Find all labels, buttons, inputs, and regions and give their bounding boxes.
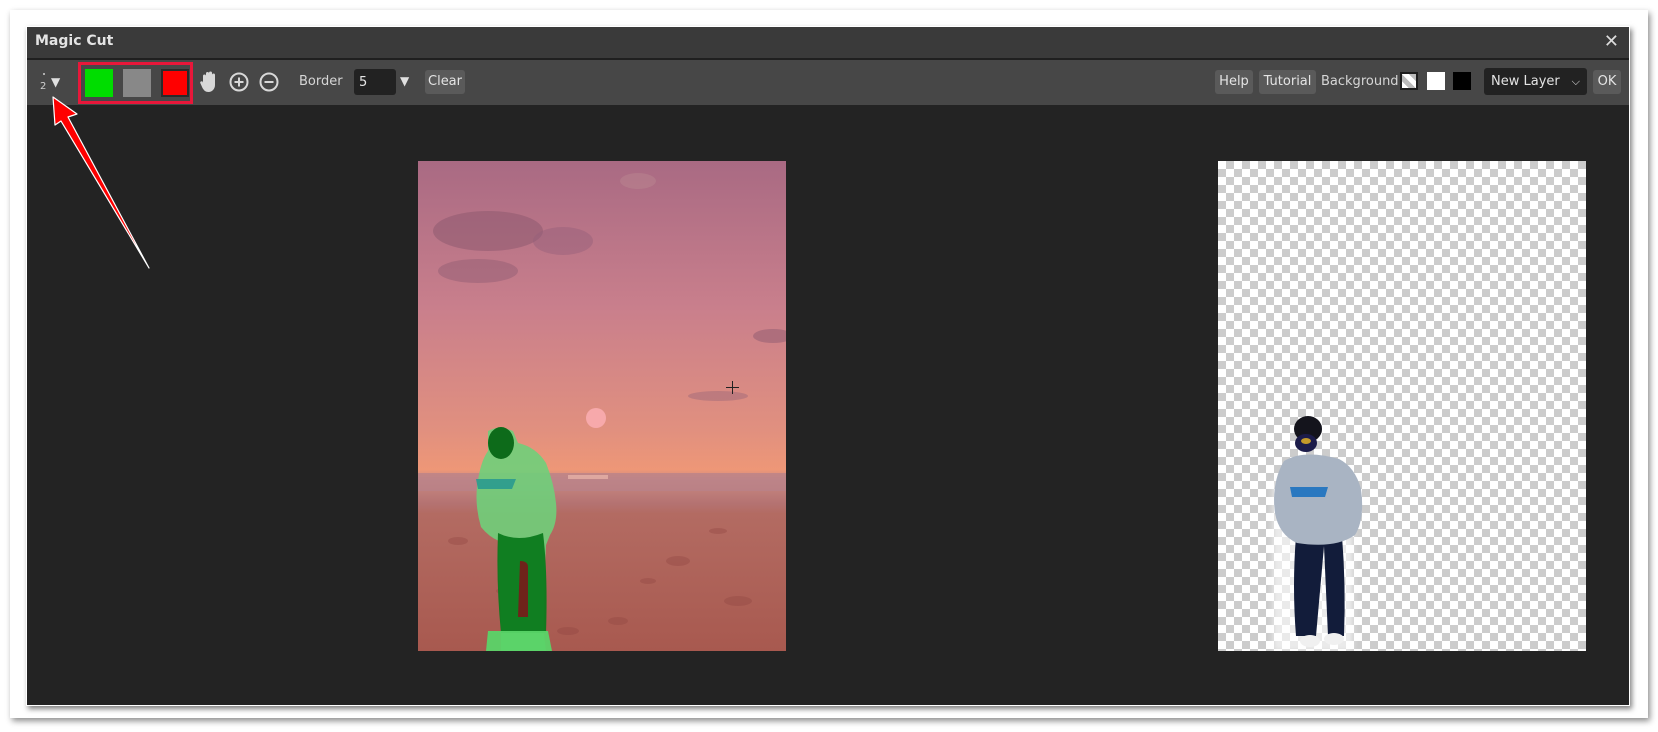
ok-button[interactable]: OK [1593, 70, 1621, 94]
crosshair-cursor-icon [726, 381, 739, 394]
brush-size-dropdown[interactable]: ▼ [51, 75, 60, 89]
chevron-down-icon: ⌵ [1571, 75, 1580, 88]
background-label: Background: [1321, 74, 1403, 89]
background-white-option[interactable] [1427, 72, 1445, 90]
brush-remove-red[interactable] [161, 69, 189, 97]
border-label: Border [299, 74, 343, 89]
brush-size-value: 2 [40, 81, 47, 92]
source-image-with-mask[interactable] [418, 161, 786, 651]
border-input[interactable] [354, 69, 396, 95]
help-button[interactable]: Help [1215, 70, 1253, 94]
brush-keep-green[interactable] [85, 69, 113, 97]
background-black-option[interactable] [1453, 72, 1471, 90]
background-transparent-option[interactable] [1400, 72, 1418, 90]
hand-pan-icon[interactable] [199, 70, 221, 94]
output-layer-value: New Layer [1491, 74, 1560, 89]
clear-button[interactable]: Clear [425, 70, 465, 94]
toolbar: 2 ▼ Border ▼ Clear Help T [27, 60, 1629, 105]
brush-dot-icon [43, 73, 45, 75]
zoom-in-icon[interactable] [228, 70, 250, 94]
canvas-area [27, 105, 1629, 705]
brush-unknown-gray[interactable] [123, 69, 151, 97]
border-dropdown[interactable]: ▼ [400, 74, 409, 88]
cutout-preview [1218, 161, 1586, 651]
output-layer-select[interactable]: New Layer ⌵ [1484, 68, 1587, 95]
dialog-titlebar: Magic Cut ✕ [27, 27, 1629, 60]
close-icon[interactable]: ✕ [1604, 31, 1619, 53]
zoom-out-icon[interactable] [258, 70, 280, 94]
magic-cut-dialog: Magic Cut ✕ 2 ▼ Border 5 ▼ Clear Help Tu… [26, 26, 1630, 706]
tutorial-button[interactable]: Tutorial [1259, 70, 1316, 94]
dialog-title: Magic Cut [35, 33, 114, 49]
